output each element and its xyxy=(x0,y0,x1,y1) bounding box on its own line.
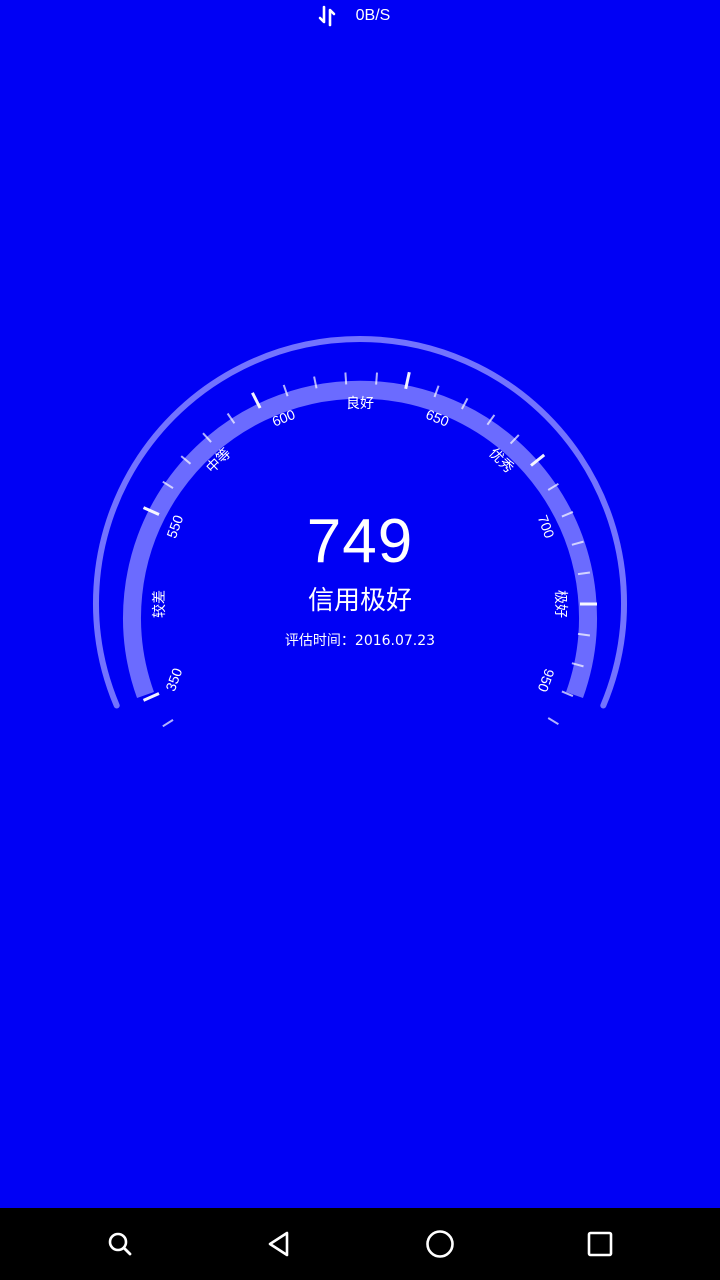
recents-square-icon xyxy=(587,1231,613,1257)
nav-home-button[interactable] xyxy=(400,1208,480,1280)
gauge-minor-tick xyxy=(344,372,348,385)
gauge-minor-tick xyxy=(547,717,559,726)
evaluation-time: 评估时间：2016.07.23 xyxy=(284,633,436,649)
nav-back-button[interactable] xyxy=(240,1208,320,1280)
data-transfer-arrows-icon xyxy=(318,5,335,27)
status-bar: 0B/S xyxy=(0,0,720,32)
nav-recents-button[interactable] xyxy=(560,1208,640,1280)
home-circle-icon xyxy=(426,1230,454,1258)
nav-search-button[interactable] xyxy=(80,1208,160,1280)
scale-label-350: 350 xyxy=(162,666,185,694)
level-label-good: 良好 xyxy=(346,396,374,412)
back-triangle-icon xyxy=(268,1231,289,1257)
search-icon xyxy=(108,1232,132,1256)
credit-score: 749 xyxy=(306,507,414,576)
network-speed: 0B/S xyxy=(355,7,391,24)
gauge-minor-tick xyxy=(162,719,174,728)
credit-level-text: 信用极好 xyxy=(307,586,412,616)
navigation-bar xyxy=(0,1208,720,1280)
screen: 0B/S 350 550 600 650 700 950 较差 中等 良好 优秀… xyxy=(0,0,720,1280)
scale-label-950: 950 xyxy=(535,667,558,695)
gauge-minor-tick xyxy=(375,372,378,385)
